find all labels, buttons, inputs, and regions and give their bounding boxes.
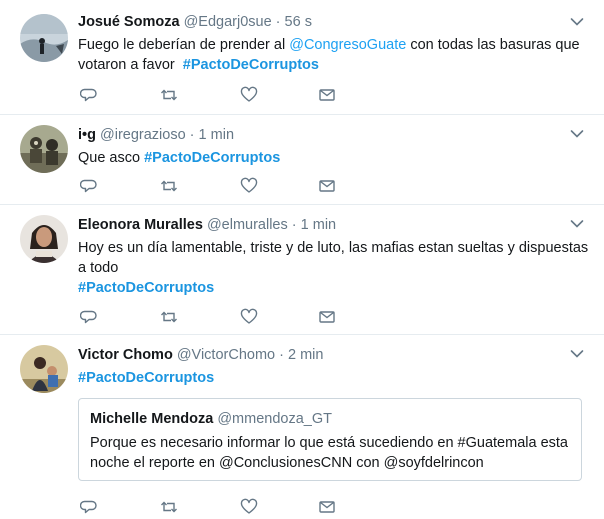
reply-icon [80,88,97,102]
display-name[interactable]: Josué Somoza [78,14,180,30]
tweet[interactable]: Josué Somoza @Edgarj0sue · 56 s Fuego le… [0,0,604,115]
like-icon [240,86,258,102]
text-segment: votaron a favor [78,57,183,73]
retweet-button[interactable] [160,498,178,516]
hashtag-link[interactable]: #PactoDeCorruptos [78,280,214,296]
reply-icon [80,310,97,324]
tweet-header: i•g @iregrazioso · 1 min [78,125,590,145]
timestamp[interactable]: 1 min [199,127,234,143]
retweet-button[interactable] [160,177,178,195]
tweet-actions [80,177,380,197]
chevron-down-icon[interactable] [570,219,584,229]
timestamp[interactable]: 2 min [288,347,323,363]
tweet-text-line: a todo [78,258,590,278]
message-icon [319,501,335,513]
display-name[interactable]: Victor Chomo [78,347,173,363]
hashtag-link[interactable]: #PactoDeCorruptos [183,57,319,73]
like-button[interactable] [240,498,258,516]
like-icon [240,498,258,514]
user-handle[interactable]: @VictorChomo [177,347,275,363]
chevron-down-icon[interactable] [570,129,584,139]
chevron-down-icon[interactable] [570,349,584,359]
text-segment: Hoy es un día lamentable, triste y de lu… [78,240,589,256]
like-button[interactable] [240,308,258,326]
separator-dot: · [275,14,281,30]
tweet-text-line: Fuego le deberían de prender al @Congres… [78,35,590,55]
quoted-tweet[interactable]: Michelle Mendoza @mmendoza_GT Porque es … [78,398,582,481]
tweet[interactable]: Victor Chomo @VictorChomo · 2 min #Pacto… [0,335,604,519]
message-icon [319,89,335,101]
tweet[interactable]: i•g @iregrazioso · 1 min Que asco #Pacto… [0,115,604,205]
retweet-icon [161,180,177,192]
quoted-text-line: noche el reporte en @ConclusionesCNN con… [90,455,484,471]
direct-message-button[interactable] [318,308,336,326]
retweet-button[interactable] [160,308,178,326]
reply-button[interactable] [80,177,98,195]
retweet-icon [161,89,177,101]
user-handle[interactable]: @iregrazioso [100,127,186,143]
retweet-button[interactable] [160,86,178,104]
reply-button[interactable] [80,86,98,104]
tweet-actions [80,308,380,328]
direct-message-button[interactable] [318,86,336,104]
reply-icon [80,179,97,193]
avatar[interactable] [20,125,68,173]
like-button[interactable] [240,86,258,104]
like-button[interactable] [240,177,258,195]
quoted-tweet-text: Porque es necesario informar lo que está… [90,433,571,473]
tweet-text: Hoy es un día lamentable, triste y de lu… [78,238,590,298]
display-name[interactable]: Eleonora Muralles [78,217,203,233]
hashtag-link[interactable]: #PactoDeCorruptos [144,150,280,166]
avatar[interactable] [20,345,68,393]
tweet-text-line: #PactoDeCorruptos [78,278,590,298]
text-segment: Que asco [78,150,145,166]
avatar[interactable] [20,14,68,62]
avatar[interactable] [20,215,68,263]
text-segment: con todas las basuras que [406,37,580,53]
tweet-text-line: #PactoDeCorruptos [78,368,590,388]
quoted-text-line: Porque es necesario informar lo que está… [90,435,568,451]
user-handle[interactable]: @Edgarj0sue [184,14,272,30]
reply-icon [80,500,97,514]
tweet-text-line: Hoy es un día lamentable, triste y de lu… [78,238,590,258]
message-icon [319,311,335,323]
tweet-feed: Josué Somoza @Edgarj0sue · 56 s Fuego le… [0,0,604,519]
message-icon [319,180,335,192]
text-segment: Fuego le deberían de prender al [78,37,290,53]
quoted-tweet-header: Michelle Mendoza @mmendoza_GT [90,411,332,427]
chevron-down-icon[interactable] [570,17,584,27]
tweet-header: Eleonora Muralles @elmuralles · 1 min [78,215,590,235]
mention-link[interactable]: @CongresoGuate [289,37,406,53]
quoted-user-handle: @mmendoza_GT [217,411,332,427]
retweet-icon [161,501,177,513]
direct-message-button[interactable] [318,177,336,195]
direct-message-button[interactable] [318,498,336,516]
timestamp[interactable]: 1 min [301,217,336,233]
tweet-text-line: votaron a favor #PactoDeCorruptos [78,55,590,75]
tweet-text: #PactoDeCorruptos [78,368,590,388]
retweet-icon [161,311,177,323]
tweet-actions [80,86,380,106]
tweet-text: Fuego le deberían de prender al @Congres… [78,35,590,75]
reply-button[interactable] [80,308,98,326]
separator-dot: · [189,127,195,143]
display-name[interactable]: i•g [78,127,96,143]
quoted-display-name: Michelle Mendoza [90,411,214,427]
like-icon [240,177,258,193]
reply-button[interactable] [80,498,98,516]
tweet[interactable]: Eleonora Muralles @elmuralles · 1 min Ho… [0,205,604,335]
tweet-text-line: Que asco #PactoDeCorruptos [78,148,590,168]
tweet-header: Josué Somoza @Edgarj0sue · 56 s [78,12,590,32]
tweet-text: Que asco #PactoDeCorruptos [78,148,590,168]
tweet-actions [80,498,380,518]
separator-dot: · [279,347,284,363]
text-segment: a todo [78,260,119,276]
hashtag-link[interactable]: #PactoDeCorruptos [78,370,214,386]
timestamp[interactable]: 56 s [285,14,312,30]
like-icon [240,308,258,324]
separator-dot: · [291,217,297,233]
tweet-header: Victor Chomo @VictorChomo · 2 min [78,345,590,365]
user-handle[interactable]: @elmuralles [207,217,288,233]
